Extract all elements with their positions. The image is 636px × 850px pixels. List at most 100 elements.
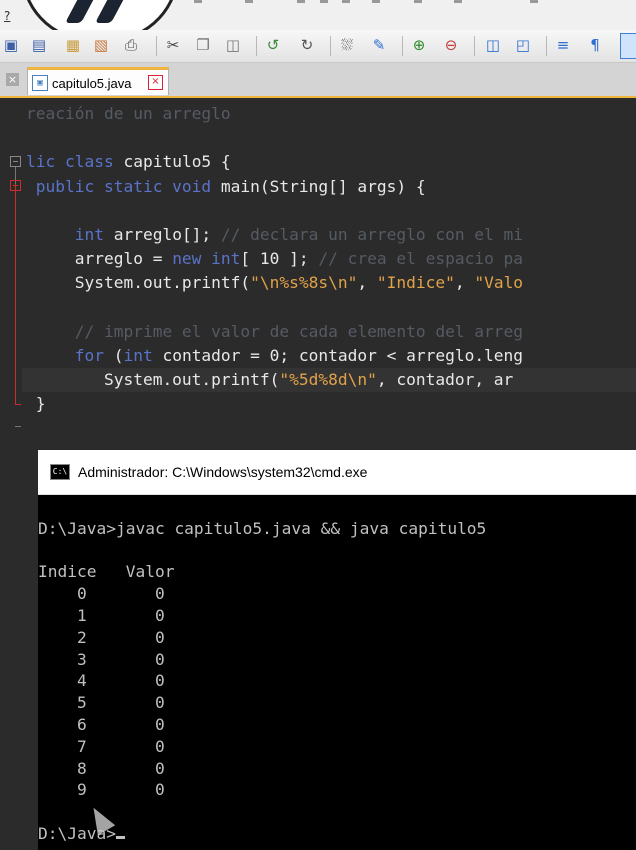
fold-gutter xyxy=(0,98,22,450)
console-text: 0 0 xyxy=(38,584,165,604)
console-line: 1 0 xyxy=(38,605,165,627)
cmd-window[interactable]: C:\ Administrador: C:\Windows\system32\c… xyxy=(38,450,636,850)
code-token: , contador, ar xyxy=(376,370,514,390)
menu-item[interactable] xyxy=(320,0,328,3)
console-line: 3 0 xyxy=(38,649,165,671)
code-token: arreglo[]; xyxy=(113,225,221,244)
menu-item[interactable] xyxy=(372,0,380,3)
code-token: "Valo xyxy=(474,273,524,293)
console-text: Indice Valor xyxy=(38,562,175,582)
code-token: , xyxy=(357,273,377,293)
code-token: for xyxy=(26,346,114,365)
console-text: 7 0 xyxy=(38,736,165,756)
close-file-icon[interactable]: ▦ xyxy=(64,36,82,54)
code-token: int xyxy=(26,225,114,244)
console-text: 4 0 xyxy=(38,671,165,691)
cmd-icon: C:\ xyxy=(50,464,70,480)
fold-toggle-icon[interactable] xyxy=(10,156,21,167)
code-token: arreglo = xyxy=(26,249,173,269)
tab-label: capitulo5.java xyxy=(52,76,132,91)
code-token: // imprime el valor de cada elemento del… xyxy=(26,321,524,341)
console-line: 0 0 xyxy=(38,583,165,605)
code-line: for (int contador = 0; contador < arregl… xyxy=(26,344,523,368)
copy-icon[interactable]: ❐ xyxy=(194,36,212,54)
console-text: 6 0 xyxy=(38,715,165,734)
fold-guide-end xyxy=(15,426,21,427)
console-line: D:\Java>javac capitulo5.java && java cap… xyxy=(38,518,486,540)
cmd-title-bar[interactable]: C:\ Administrador: C:\Windows\system32\c… xyxy=(38,450,636,495)
console-text: 8 0 xyxy=(38,758,165,778)
fold-guide xyxy=(15,184,16,404)
code-line: arreglo = new int[ 10 ]; // crea el espa… xyxy=(26,247,523,271)
menu-item[interactable] xyxy=(414,0,422,3)
console-text: 9 0 xyxy=(38,780,165,800)
menu-item[interactable] xyxy=(454,0,462,3)
zoom-in-icon[interactable]: ⊕ xyxy=(410,36,428,54)
menu-item[interactable] xyxy=(530,0,538,3)
code-editor[interactable]: reación de un arreglo lic class capitulo5… xyxy=(0,98,636,450)
replace-icon[interactable]: ✎ xyxy=(370,36,388,54)
save-all-icon[interactable]: ▤ xyxy=(30,36,48,54)
console-line: 2 0 xyxy=(38,627,165,649)
console-line: 4 0 xyxy=(38,670,165,692)
menu-item[interactable] xyxy=(342,0,350,3)
close-all-icon[interactable]: ▧ xyxy=(92,36,110,54)
code-token: "Indice" xyxy=(376,273,455,293)
redo-icon[interactable]: ↻ xyxy=(298,36,316,54)
code-token: , xyxy=(454,273,475,293)
console-line: 5 0 xyxy=(38,692,165,714)
zoom-out-icon[interactable]: ⊖ xyxy=(442,36,460,54)
undo-icon[interactable]: ↺ xyxy=(264,36,282,54)
code-token: [ 10 ]; xyxy=(240,249,319,269)
code-line: // imprime el valor de cada elemento del… xyxy=(26,320,523,344)
close-icon[interactable]: × xyxy=(6,73,19,86)
code-token: reación de un arreglo xyxy=(26,104,231,123)
code-token: System.out.printf( xyxy=(26,370,280,390)
console-text: 2 0 xyxy=(38,627,165,647)
console-text: 5 0 xyxy=(38,693,165,713)
console-output[interactable]: D:\Java>javac capitulo5.java && java cap… xyxy=(38,494,636,850)
code-line: System.out.printf("\n%s%8s\n", "Indice",… xyxy=(26,271,523,295)
code-token: } xyxy=(26,394,46,414)
code-token: // crea el espacio pa xyxy=(318,249,524,269)
code-token: contador = 0; contador < arreglo.leng xyxy=(162,346,524,365)
code-token: ( xyxy=(113,346,124,365)
menu-item[interactable] xyxy=(245,0,253,3)
code-token: lic class xyxy=(26,152,124,172)
fold-toggle-icon[interactable] xyxy=(10,180,21,191)
code-token: capitulo5 { xyxy=(123,152,231,172)
menu-bar: ? xyxy=(0,0,636,44)
menu-item[interactable] xyxy=(194,0,202,3)
text-cursor xyxy=(115,836,125,839)
fold-guide-end xyxy=(15,404,21,405)
console-text: 3 0 xyxy=(38,649,165,669)
console-text: 1 0 xyxy=(38,606,165,625)
code-token: int xyxy=(123,346,163,365)
sync-scroll-v-icon[interactable]: ◫ xyxy=(484,36,502,54)
show-symbols-icon[interactable]: ¶ xyxy=(586,36,604,54)
console-line: 9 0 xyxy=(38,779,165,801)
code-token: "%5d%8d\n" xyxy=(279,370,377,390)
cut-icon[interactable]: ✂ xyxy=(164,36,182,54)
print-icon[interactable]: ⎙ xyxy=(122,36,140,54)
code-line: reación de un arreglo xyxy=(26,102,231,126)
paste-icon[interactable]: ◫ xyxy=(224,36,242,54)
tab-bar: × ▣ capitulo5.java × xyxy=(0,63,636,98)
tab-close-icon[interactable]: × xyxy=(148,75,163,90)
tab-capitulo5[interactable]: ▣ capitulo5.java × xyxy=(27,67,169,95)
indent-guide-button[interactable] xyxy=(620,33,636,59)
code-line: System.out.printf("%5d%8d\n", contador, … xyxy=(26,368,513,392)
menu-item[interactable] xyxy=(297,0,305,3)
code-line: lic class capitulo5 { xyxy=(26,150,231,174)
code-token: public static void xyxy=(26,176,221,196)
code-token: new int xyxy=(172,249,241,269)
code-token: // declara un arreglo con el mi xyxy=(220,225,524,244)
file-icon: ▣ xyxy=(32,75,48,91)
save-icon[interactable]: ▣ xyxy=(2,36,20,54)
word-wrap-icon[interactable]: ≡ xyxy=(554,36,572,54)
help-menu[interactable]: ? xyxy=(4,9,10,23)
find-icon[interactable]: ⛆ xyxy=(338,36,356,54)
console-line: 7 0 xyxy=(38,736,165,758)
sync-scroll-h-icon[interactable]: ◰ xyxy=(514,36,532,54)
console-text: D:\Java>javac capitulo5.java && java cap… xyxy=(38,518,487,538)
